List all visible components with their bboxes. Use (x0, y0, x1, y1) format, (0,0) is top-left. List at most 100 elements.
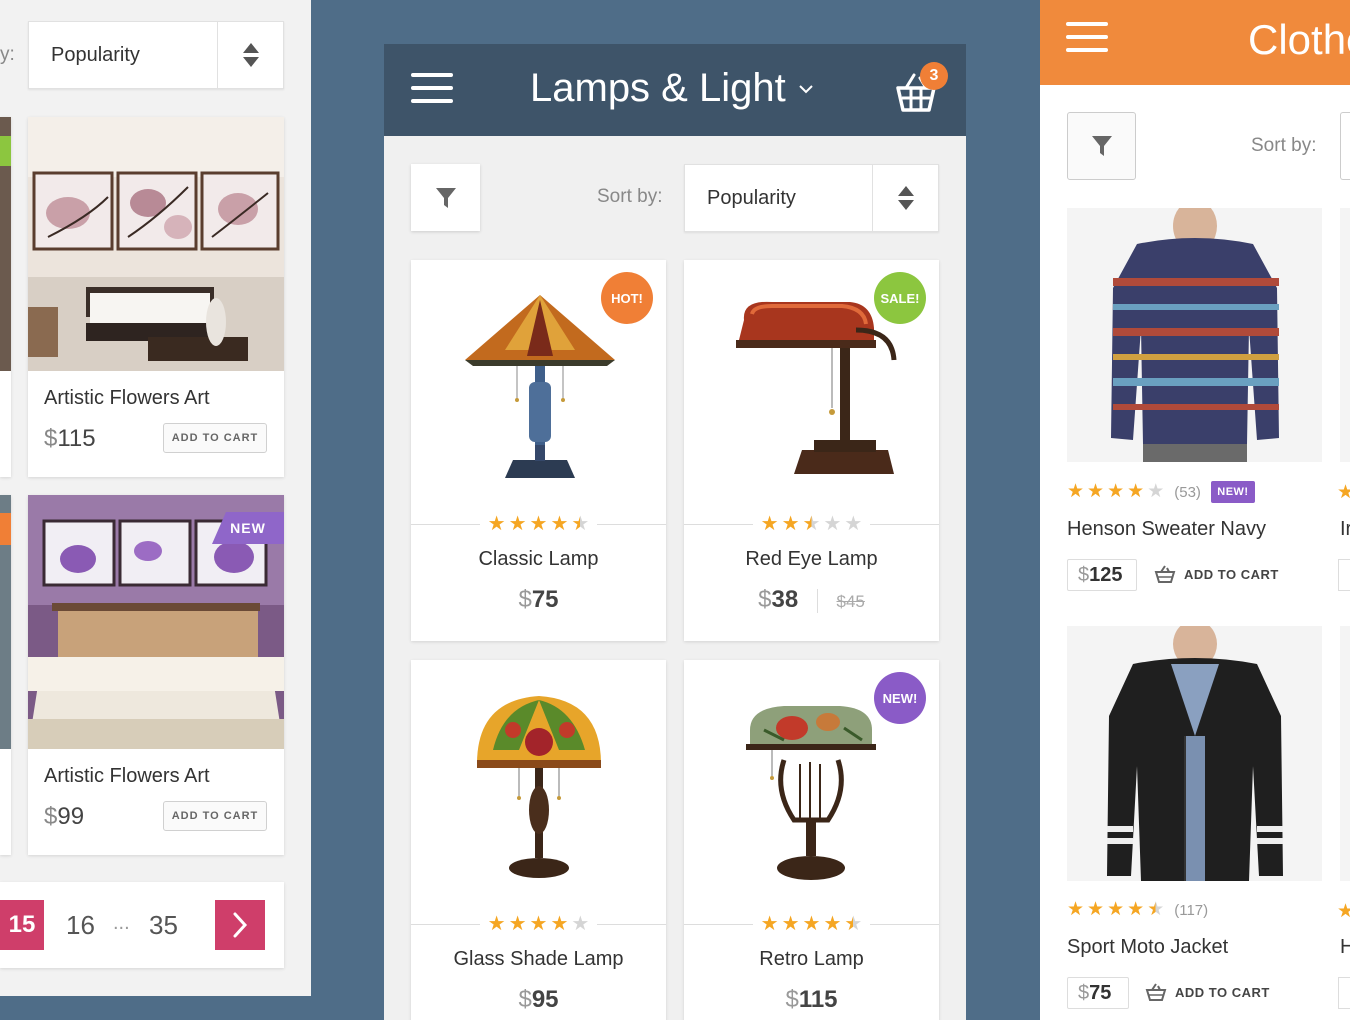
star-full-icon: ★ (529, 913, 548, 935)
product-card[interactable]: Artistic Flowers Art $115 ADD TO CART (28, 117, 284, 477)
product-price: $115 (44, 425, 96, 452)
star-half-icon: ★ (571, 513, 590, 535)
product-title: Artistic Flowers Art (44, 387, 210, 409)
product-title: Classic Lamp (478, 548, 599, 570)
rating-row: ★ ★ ★ ★ ★ (411, 914, 666, 934)
cart-button[interactable]: 3 (892, 62, 952, 118)
old-price: $45 (836, 592, 865, 611)
star-full-icon: ★ (781, 513, 800, 535)
category-title[interactable]: Clothe (1248, 16, 1350, 64)
star-full-icon: ★ (781, 913, 800, 935)
category-title-text: Lamps & Light (530, 66, 786, 110)
app-header: Lamps & Light 3 (384, 44, 966, 136)
sort-select-value: Popularity (51, 43, 140, 66)
sweater-image (1067, 208, 1322, 462)
basket-icon (1145, 983, 1167, 1001)
pagination: 15 16 ... 35 (0, 882, 284, 968)
page-current[interactable]: 15 (0, 900, 44, 950)
category-title[interactable]: Lamps & Light (530, 66, 814, 111)
star-full-icon: ★ (1087, 481, 1105, 502)
star-full-icon: ★ (550, 513, 569, 535)
sort-label-fragment: y: (0, 44, 15, 65)
star-full-icon: ★ (487, 913, 506, 935)
star-full-icon: ★ (508, 513, 527, 535)
product-price: $99 (44, 803, 85, 830)
page-link[interactable]: 16 (66, 910, 95, 941)
partial-card-left-2 (0, 495, 11, 855)
star-full-icon: ★ (823, 913, 842, 935)
star-half-icon: ★ (802, 513, 821, 535)
product-card[interactable]: NEW! ★ ★ ★ ★ ★ Retro Lamp $115 (684, 660, 939, 1020)
add-to-cart-button[interactable]: ADD TO CART (163, 801, 267, 831)
filter-icon (435, 187, 456, 208)
product-title: Henson Sweater Navy (1067, 518, 1266, 540)
product-title: Retro Lamp (759, 948, 864, 970)
rating-stars: ★ ★ ★ ★ ★ (753, 514, 871, 534)
star-empty-icon: ★ (571, 913, 590, 935)
product-title: Sport Moto Jacket (1067, 936, 1229, 958)
star-full-icon: ★ (487, 513, 506, 535)
partial-product-image (1340, 626, 1350, 881)
product-title-partial: H (1340, 936, 1350, 958)
rating-row: ★ ★ ★ ★ ★ (684, 514, 939, 534)
filter-button[interactable] (411, 164, 480, 231)
living-room-art-image (28, 117, 284, 371)
star-half-icon: ★ (1147, 899, 1165, 920)
glass-shade-lamp-image (477, 696, 601, 878)
product-card[interactable]: ★ ★ ★ ★ ★ Glass Shade Lamp $95 (411, 660, 666, 1020)
bankers-lamp-image (736, 301, 897, 474)
page-link-last[interactable]: 35 (149, 910, 178, 941)
rating-stars: ★ ★ ★ ★ ★ (1067, 482, 1164, 502)
middle-panel: Lamps & Light 3 Sort by: Popularity HOT!… (384, 44, 966, 1020)
product-card[interactable]: NEW Artistic Flowers Art $99 ADD TO CART (28, 495, 284, 855)
partial-badge-2 (0, 513, 11, 545)
chevron-down-icon (798, 84, 813, 93)
next-page-button[interactable] (215, 900, 265, 950)
star-full-icon: ★ (550, 913, 569, 935)
star-full-icon: ★ (529, 513, 548, 535)
add-to-cart-label: ADD TO CART (1175, 984, 1270, 1000)
product-price: $115 (785, 986, 838, 1013)
hamburger-menu-icon[interactable] (1066, 22, 1108, 61)
filter-icon (1091, 136, 1112, 156)
partial-price-tag (1338, 977, 1350, 1009)
star-full-icon: ★ (802, 913, 821, 935)
add-to-cart-button[interactable]: ADD TO CART (163, 423, 267, 453)
star-full-icon: ★ (1067, 899, 1085, 920)
star-full-icon: ★ (1127, 481, 1145, 502)
sort-arrows-icon (217, 22, 283, 88)
sort-label: Sort by: (1251, 135, 1317, 156)
jacket-image (1067, 626, 1322, 881)
filter-button[interactable] (1067, 112, 1136, 180)
hamburger-menu-icon[interactable] (411, 73, 453, 112)
sort-select[interactable]: Popularity (684, 164, 939, 232)
star-full-icon: ★ (508, 913, 527, 935)
sort-arrows-icon (872, 165, 938, 231)
star-full-icon: ★ (1127, 899, 1145, 920)
tiffany-lamp-image (465, 295, 615, 478)
cart-count-badge: 3 (920, 62, 948, 90)
star-full-icon: ★ (1067, 481, 1085, 502)
add-to-cart-button[interactable]: ADD TO CART (1154, 564, 1279, 584)
price-tag: $125 (1067, 559, 1137, 591)
add-to-cart-button[interactable]: ADD TO CART (1145, 982, 1270, 1002)
star-empty-icon: ★ (1147, 481, 1165, 502)
sale-badge: SALE! (874, 272, 926, 324)
sort-select[interactable]: Popularity (28, 21, 284, 89)
partial-product-image (1340, 208, 1350, 462)
app-header: Clothe (1040, 0, 1350, 85)
partial-price-tag (1338, 559, 1350, 591)
star-full-icon: ★ (760, 513, 779, 535)
left-panel: y: Popularity Artistic Flowers Art $115 … (0, 0, 311, 996)
new-tag: NEW! (1210, 481, 1255, 503)
basket-icon (1154, 565, 1176, 583)
partial-card-left (0, 117, 11, 477)
new-badge: NEW! (874, 672, 926, 724)
page-ellipsis: ... (113, 912, 130, 934)
product-card[interactable]: HOT! ★ ★ ★ ★ ★ Classic Lamp $75 (411, 260, 666, 641)
sort-select-partial[interactable] (1340, 112, 1350, 180)
product-card[interactable]: SALE! ★ ★ ★ ★ ★ Red Eye Lamp $38 $45 (684, 260, 939, 641)
rating-stars: ★ ★ ★ ★ ★ (753, 914, 871, 934)
star-full-icon: ★ (760, 913, 779, 935)
star-half-icon: ★ (844, 913, 863, 935)
